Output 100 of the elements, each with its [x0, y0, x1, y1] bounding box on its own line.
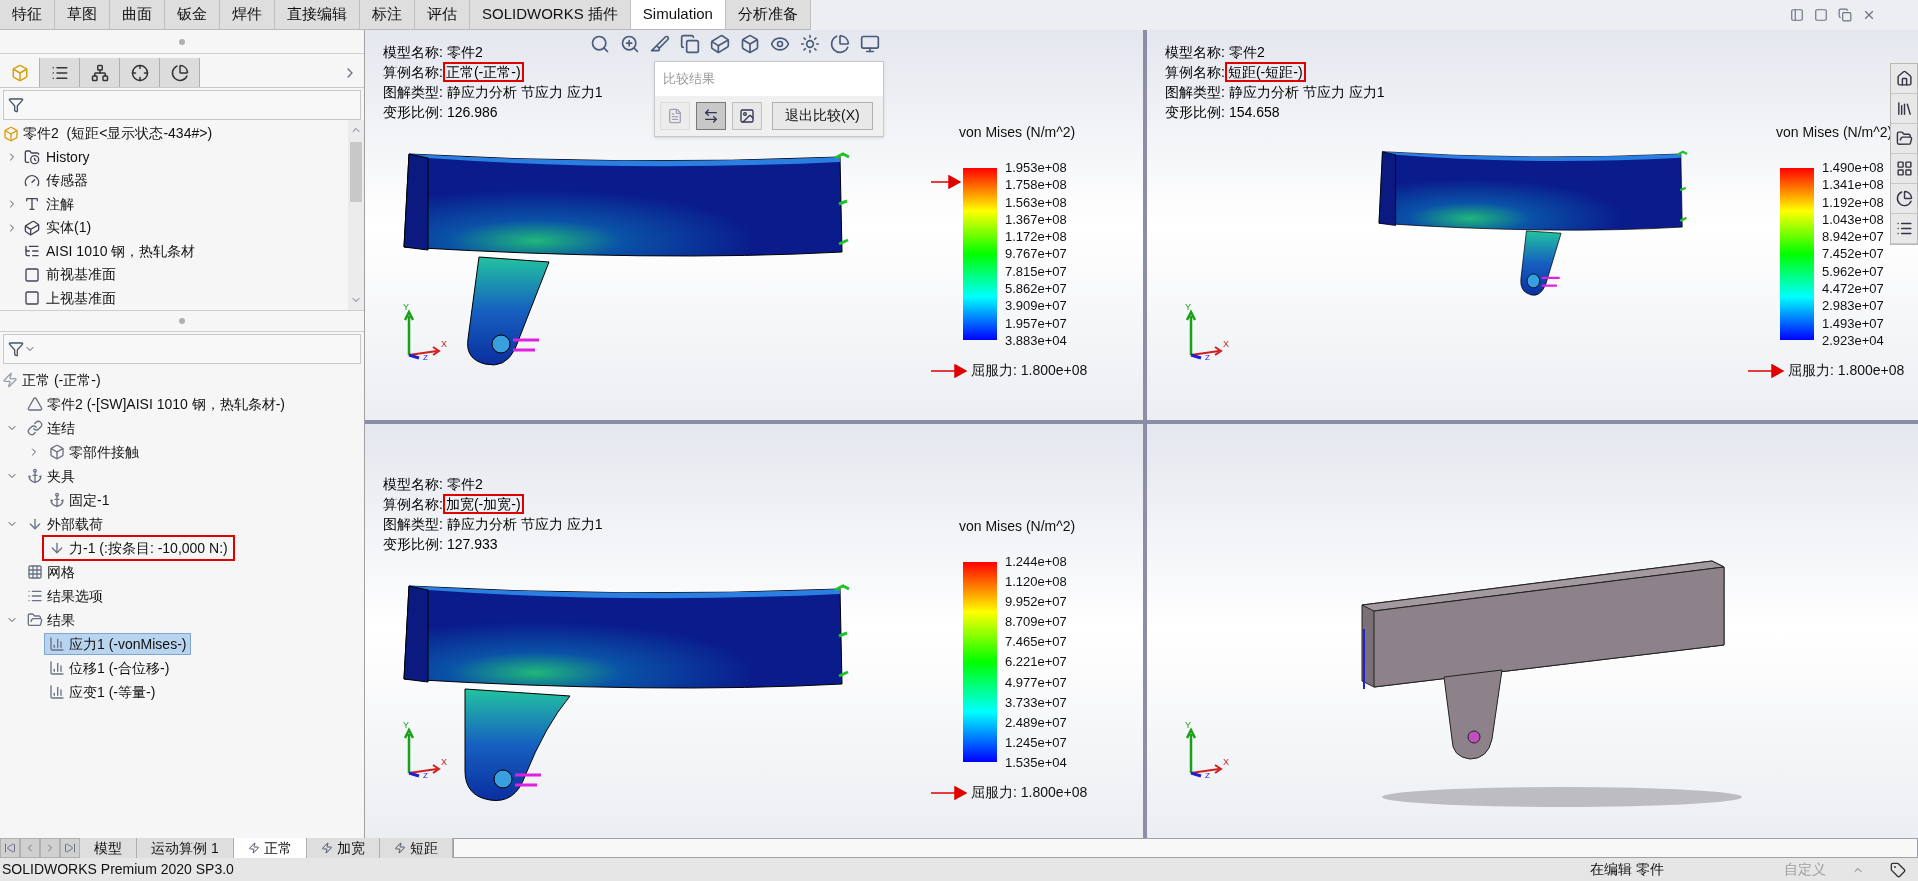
legend-tick-label: 4.472e+07: [1822, 280, 1884, 298]
search-icon[interactable]: [590, 34, 610, 54]
swap-icon: [703, 107, 719, 124]
axis-triad-drawing: Y X Z: [1183, 718, 1233, 780]
gauge-icon: [24, 172, 40, 189]
tree-item[interactable]: 应变1 (-等量-): [44, 681, 161, 703]
popup-title: 比较结果: [662, 70, 716, 88]
tag-icon[interactable]: [1890, 861, 1906, 878]
info-value: 静应力分析 节应力 应力1: [446, 83, 603, 102]
tree-item[interactable]: 结果: [22, 609, 80, 631]
tree-item[interactable]: 前视基准面: [46, 264, 116, 286]
part-icon: [3, 125, 19, 142]
tree-item[interactable]: 连结: [22, 417, 80, 439]
maximize-icon[interactable]: [1814, 8, 1828, 22]
legend-tick-label: 1.493e+07: [1822, 314, 1884, 332]
legend-tick-label: 9.952e+07: [1005, 593, 1067, 611]
last-icon[interactable]: [60, 838, 80, 858]
first-icon[interactable]: [0, 838, 20, 858]
legend-tick-label: 8.942e+07: [1822, 228, 1884, 246]
plane-icon: [24, 290, 40, 307]
panel-icon[interactable]: [1790, 8, 1804, 22]
tree-item[interactable]: 结果选项: [22, 585, 108, 607]
scrollbar-thumb[interactable]: [350, 142, 362, 202]
close-icon[interactable]: [1862, 8, 1876, 22]
anchor-icon: [27, 468, 43, 484]
eye-icon[interactable]: [770, 34, 790, 54]
tree-root[interactable]: 零件2 (短距<显示状态-434#>): [23, 123, 213, 145]
info-label: 算例名称:: [383, 495, 443, 514]
legend-tick-label: 1.367e+08: [1005, 210, 1067, 228]
tree-item[interactable]: 力-1 (:按条目: -10,000 N:): [44, 537, 233, 559]
horizontal-scrollbar[interactable]: [452, 838, 1918, 858]
legend-tick-label: 7.815e+07: [1005, 262, 1067, 280]
panel-tab[interactable]: [160, 58, 200, 87]
tree-item[interactable]: 上视基准面: [46, 287, 116, 309]
restore-icon[interactable]: [1838, 8, 1852, 22]
arrow-icon: [931, 785, 967, 800]
info-label: 变形比例:: [1165, 103, 1225, 122]
filter-field[interactable]: [3, 90, 361, 120]
tree-item[interactable]: 夹具: [22, 465, 80, 487]
box-icon: [49, 444, 65, 460]
legend-title: von Mises (N/m^2): [959, 123, 1077, 142]
legend-tick-label: 6.221e+07: [1005, 653, 1067, 671]
info-value: 154.658: [1228, 103, 1280, 122]
info-value: 零件2: [446, 475, 483, 494]
plot-icon: [49, 636, 65, 652]
zoom-icon[interactable]: [620, 34, 640, 54]
cube-icon: [10, 63, 29, 82]
filter-icon: [8, 341, 24, 357]
legend-tick-label: 2.983e+07: [1822, 297, 1884, 315]
tree-item[interactable]: 传感器: [46, 170, 88, 192]
plane-icon: [24, 266, 40, 283]
info-value: 静应力分析 节应力 应力1: [446, 515, 603, 534]
report-icon: [667, 107, 683, 124]
info-value: 短距(-短距-): [1224, 62, 1306, 82]
panel-tab[interactable]: [80, 58, 120, 87]
panel-tab[interactable]: [40, 58, 80, 87]
tree-item[interactable]: 外部载荷: [22, 513, 108, 535]
tree-item[interactable]: 注解: [46, 193, 74, 215]
tree-root[interactable]: 正常 (-正常-): [22, 369, 101, 391]
pie-icon: [170, 63, 189, 82]
info-value: 静应力分析 节应力 应力1: [1228, 83, 1385, 102]
command-tab[interactable]: Simulation: [630, 0, 726, 29]
info-label: 算例名称:: [1165, 63, 1225, 82]
legend-tick-label: 1.535e+04: [1005, 753, 1067, 771]
tree-item[interactable]: 固定-1: [44, 489, 115, 511]
legend-tick-label: 5.962e+07: [1822, 262, 1884, 280]
info-value: 零件2: [446, 43, 483, 62]
cube-icon[interactable]: [710, 34, 730, 54]
yield-strength-label: 屈服力: 1.800e+08: [1788, 361, 1905, 380]
scrollbar[interactable]: [348, 120, 364, 310]
tree-item[interactable]: 实体(1): [46, 217, 92, 239]
tree-item[interactable]: 零件2 (-[SW]AISI 1010 钢，热轧条材-): [22, 393, 291, 415]
monitor-icon[interactable]: [860, 34, 880, 54]
splitter-handle-icon[interactable]: [179, 38, 185, 45]
box-icon[interactable]: [740, 34, 760, 54]
arrow-icon: [931, 363, 967, 378]
legend-tick-label: 1.341e+08: [1822, 176, 1884, 194]
tree-item[interactable]: AISI 1010 钢，热轧条材: [46, 240, 196, 262]
splitter-handle-icon[interactable]: [179, 318, 185, 324]
tree-item[interactable]: 位移1 (-合位移-): [44, 657, 175, 679]
info-label: 算例名称:: [383, 63, 443, 82]
tree-item[interactable]: 应力1 (-vonMises-): [44, 633, 192, 655]
legend-tick-label: 9.767e+07: [1005, 245, 1067, 263]
filter-field[interactable]: [3, 334, 361, 364]
icon-button[interactable]: [732, 101, 762, 130]
tree-item[interactable]: 零部件接触: [44, 441, 144, 463]
panel-tab[interactable]: [120, 58, 160, 87]
tree-item[interactable]: 网格: [22, 561, 80, 583]
light-icon[interactable]: [800, 34, 820, 54]
legend-tick-label: 1.957e+07: [1005, 314, 1067, 332]
legend-title: von Mises (N/m^2): [959, 517, 1077, 536]
edit-mode-status: 在编辑 零件: [1590, 860, 1664, 879]
legend-tick-label: 4.977e+07: [1005, 673, 1067, 691]
mesh-icon: [27, 564, 43, 580]
icon-button[interactable]: [696, 101, 726, 130]
part-icon: [27, 396, 43, 412]
tree-item[interactable]: History: [46, 146, 90, 168]
bottom-tab[interactable]: 正常: [233, 838, 307, 858]
legend-tick-label: 1.758e+08: [1005, 176, 1067, 194]
exit-compare-button[interactable]: 退出比较(X): [772, 101, 873, 130]
